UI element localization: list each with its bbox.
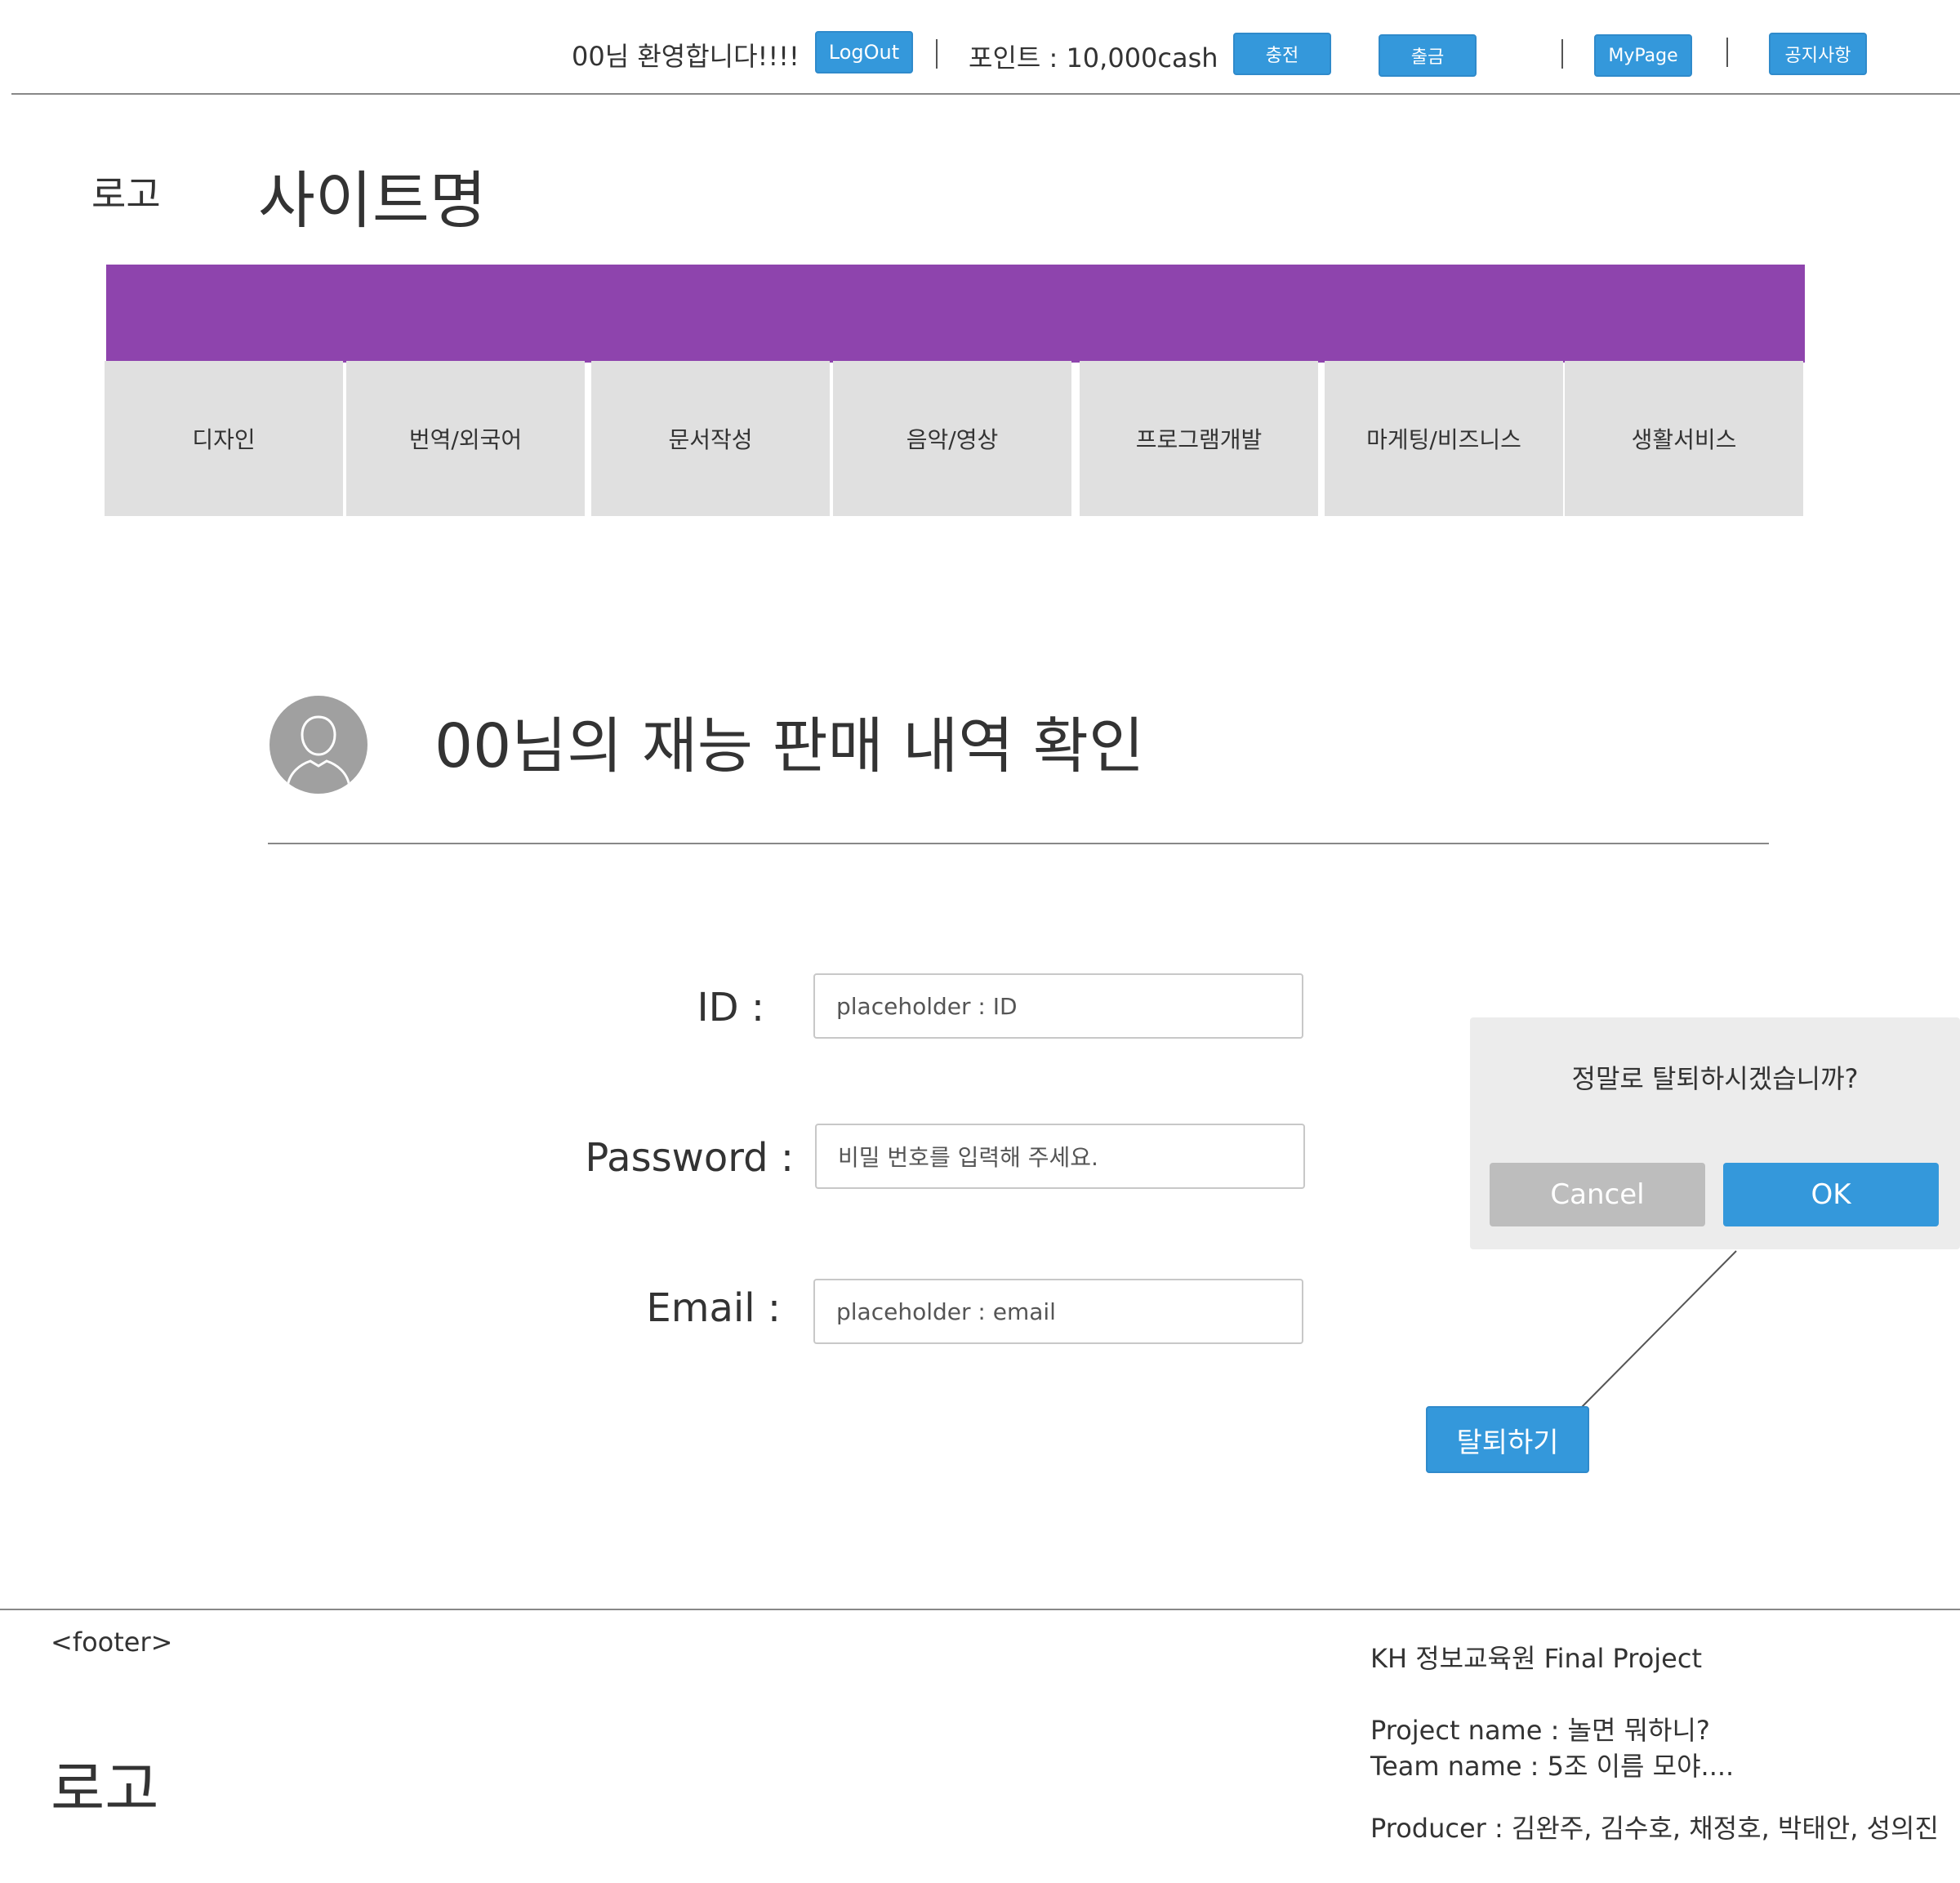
category-programming[interactable]: 프로그램개발: [1080, 361, 1318, 516]
page-title: 00님의 재능 판매 내역 확인: [434, 711, 1145, 781]
email-field[interactable]: placeholder : email: [813, 1279, 1303, 1344]
category-document[interactable]: 문서작성: [591, 361, 830, 516]
category-music-video[interactable]: 음악/영상: [833, 361, 1071, 516]
withdraw-cash-button[interactable]: 출금: [1379, 34, 1477, 77]
avatar: [270, 696, 368, 794]
welcome-text: 00님 환영합니다!!!!: [572, 41, 800, 72]
charge-button[interactable]: 충전: [1233, 33, 1331, 75]
footer-project-name: Project name : 놀면 뭐하니?: [1370, 1715, 1710, 1746]
notice-button[interactable]: 공지사항: [1769, 33, 1867, 75]
header-logo[interactable]: 로고: [91, 165, 161, 219]
footer-team-name: Team name : 5조 이름 모야....: [1370, 1751, 1735, 1782]
separator: [1561, 39, 1563, 69]
topbar-divider: [11, 93, 1960, 95]
footer-divider: [0, 1609, 1960, 1610]
category-marketing[interactable]: 마게팅/비즈니스: [1325, 361, 1563, 516]
separator: [936, 39, 938, 69]
points-text: 포인트 : 10,000cash: [969, 42, 1218, 73]
category-design[interactable]: 디자인: [105, 361, 343, 516]
footer-tag: <footer>: [51, 1627, 173, 1658]
footer-org: KH 정보교육원 Final Project: [1370, 1643, 1702, 1674]
logout-button[interactable]: LogOut: [815, 31, 913, 73]
mypage-button[interactable]: MyPage: [1594, 34, 1692, 77]
withdraw-account-button[interactable]: 탈퇴하기: [1426, 1406, 1589, 1473]
cancel-button[interactable]: Cancel: [1490, 1163, 1705, 1226]
banner: [106, 265, 1805, 363]
id-label: ID :: [697, 985, 764, 1031]
password-label: Password :: [585, 1135, 794, 1181]
title-divider: [268, 843, 1769, 844]
site-name[interactable]: 사이트명: [258, 150, 487, 240]
separator: [1726, 38, 1728, 67]
id-field[interactable]: placeholder : ID: [813, 973, 1303, 1039]
footer-producer: Producer : 김완주, 김수호, 채정호, 박태안, 성의진: [1370, 1813, 1939, 1844]
category-translation[interactable]: 번역/외국어: [346, 361, 585, 516]
ok-button[interactable]: OK: [1723, 1163, 1939, 1226]
category-life-service[interactable]: 생활서비스: [1565, 361, 1803, 516]
email-label: Email :: [646, 1285, 781, 1331]
footer-logo: 로고: [51, 1755, 159, 1823]
dialog-message: 정말로 탈퇴하시겠습니까?: [1571, 1063, 1859, 1094]
dialog-connector: [1580, 1250, 1737, 1409]
user-silhouette-icon: [286, 715, 351, 788]
password-field[interactable]: 비밀 번호를 입력해 주세요.: [815, 1124, 1305, 1189]
confirm-dialog: 정말로 탈퇴하시겠습니까? Cancel OK: [1470, 1017, 1960, 1249]
